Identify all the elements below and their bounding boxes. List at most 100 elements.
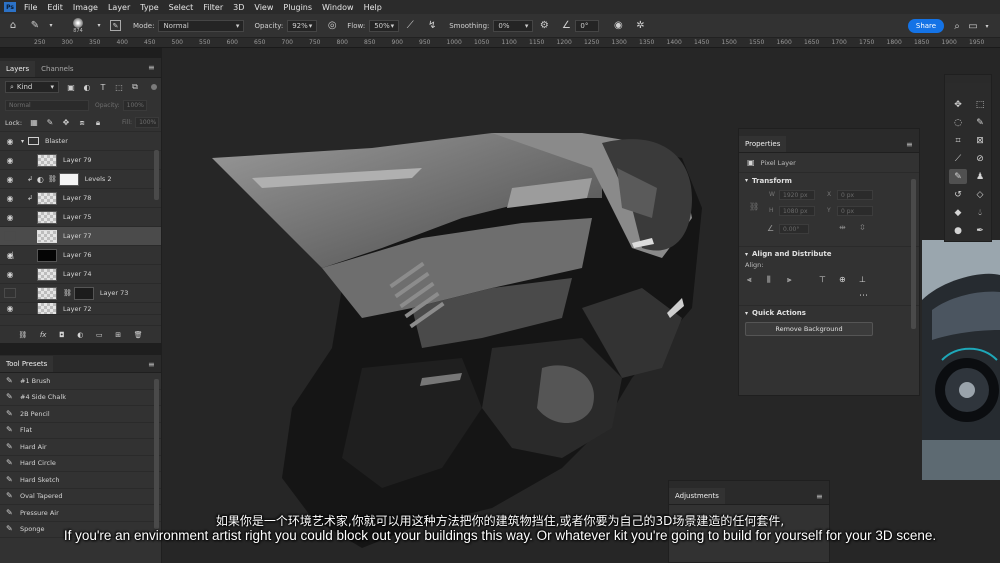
fill-field[interactable]: 100% — [135, 117, 160, 128]
layer-row[interactable]: ◉ Layer 79 — [0, 151, 161, 170]
preset-item[interactable]: ✎ 2B Pencil — [0, 406, 161, 423]
eye-icon[interactable]: ◉ — [4, 193, 16, 203]
x-field[interactable]: 0 px — [837, 190, 873, 200]
preset-item[interactable]: ✎ Hard Circle — [0, 456, 161, 472]
blur-tool-icon[interactable]: 💧︎ — [971, 205, 989, 220]
search-icon[interactable]: ⌕ — [950, 19, 964, 33]
chevron-down-icon[interactable]: ▾ — [21, 138, 24, 145]
eraser-tool-icon[interactable]: ◇ — [971, 187, 989, 202]
clone-stamp-tool-icon[interactable]: ♟ — [971, 169, 989, 184]
chevron-down-icon[interactable]: ▾ — [92, 19, 106, 33]
flip-horizontal-icon[interactable]: ⇹ — [839, 223, 846, 232]
align-center-v-icon[interactable]: ⊕ — [839, 275, 846, 284]
symmetry-icon[interactable]: ✲ — [633, 19, 647, 33]
share-button[interactable]: Share — [908, 19, 944, 33]
lock-transparent-icon[interactable]: ▦ — [28, 117, 40, 129]
kind-filter-select[interactable]: ⌕ Kind ▾ — [5, 81, 59, 93]
tab-tool-presets[interactable]: Tool Presets — [0, 356, 54, 372]
add-mask-icon[interactable]: ◘ — [59, 331, 65, 339]
frame-tool-icon[interactable]: ⊠ — [971, 133, 989, 148]
presets-scrollbar[interactable] — [154, 379, 159, 529]
filter-toggle-icon[interactable] — [151, 84, 157, 90]
workspace-icon[interactable]: ▭ — [966, 19, 980, 33]
artboard-lock-icon[interactable]: ⧈ — [76, 117, 88, 129]
menu-window[interactable]: Window — [322, 3, 354, 12]
shape-filter-icon[interactable]: ⬚ — [113, 81, 125, 93]
marquee-tool-icon[interactable]: ⬚ — [971, 97, 989, 112]
layer-row[interactable]: ◉ ☝ Layer 76 — [0, 246, 161, 265]
lock-pixels-icon[interactable]: ✎ — [44, 117, 56, 129]
layer-row[interactable]: ◉ ↲ Layer 78 — [0, 189, 161, 208]
adjustment-filter-icon[interactable]: ◐ — [81, 81, 93, 93]
properties-scrollbar[interactable] — [911, 179, 916, 329]
layer-row[interactable]: ◉ ↲ ◐ ⛓ Levels 2 — [0, 170, 161, 189]
panel-menu-icon[interactable]: ≡ — [816, 493, 824, 501]
menu-image[interactable]: Image — [73, 3, 98, 12]
move-tool-icon[interactable]: ✥ — [949, 97, 967, 112]
brush-settings-icon[interactable]: ✎ — [110, 20, 121, 31]
brush-tool-icon[interactable]: ✎ — [949, 169, 967, 184]
brush-preset-picker[interactable]: 874 — [68, 17, 88, 34]
preset-item[interactable]: ✎ Flat — [0, 423, 161, 439]
pressure-size-icon[interactable]: ◉ — [611, 19, 625, 33]
eye-icon[interactable]: ◉ — [4, 212, 16, 222]
menu-plugins[interactable]: Plugins — [283, 3, 312, 12]
transform-section-header[interactable]: ▾ Transform — [739, 173, 919, 188]
chevron-down-icon[interactable]: ▾ — [980, 19, 994, 33]
eyedropper-tool-icon[interactable]: ⟋ — [949, 151, 967, 166]
quick-select-tool-icon[interactable]: ✎ — [971, 115, 989, 130]
preset-item[interactable]: ✎ Hard Sketch — [0, 472, 161, 489]
align-center-h-icon[interactable]: ⫼ — [767, 275, 771, 285]
lasso-tool-icon[interactable]: ◌ — [949, 115, 967, 130]
pressure-opacity-icon[interactable]: ◎ — [325, 19, 339, 33]
preset-item[interactable]: ✎ #4 Side Chalk — [0, 390, 161, 406]
history-brush-tool-icon[interactable]: ↺ — [949, 187, 967, 202]
layer-opacity-field[interactable]: 100% — [122, 99, 147, 111]
healing-brush-tool-icon[interactable]: ⊘ — [971, 151, 989, 166]
crop-tool-icon[interactable]: ⌗ — [949, 133, 967, 148]
eye-icon[interactable]: ◉ — [4, 136, 16, 146]
home-icon[interactable]: ⌂ — [6, 19, 20, 33]
quick-actions-header[interactable]: ▾ Quick Actions — [739, 305, 919, 320]
layer-row-selected[interactable]: Layer 77 — [0, 227, 161, 246]
pen-tool-icon[interactable]: ✒ — [971, 223, 989, 238]
more-options-icon[interactable]: ⋯ — [859, 291, 868, 301]
new-layer-icon[interactable]: ⊞ — [115, 331, 121, 339]
preset-item[interactable]: ✎ Oval Tapered — [0, 489, 161, 505]
tablet-pressure-icon[interactable]: ↯ — [425, 19, 439, 33]
menu-layer[interactable]: Layer — [108, 3, 130, 12]
menu-select[interactable]: Select — [169, 3, 194, 12]
angle-field[interactable]: 0° — [575, 19, 600, 32]
angle-field[interactable]: 0.00° — [779, 224, 809, 234]
align-bottom-icon[interactable]: ⊥ — [859, 275, 866, 284]
type-filter-icon[interactable]: T — [97, 81, 109, 93]
menu-filter[interactable]: Filter — [203, 3, 223, 12]
eye-icon[interactable]: ◉ — [4, 155, 16, 165]
dodge-tool-icon[interactable]: ● — [949, 223, 967, 238]
fx-icon[interactable]: fx — [40, 331, 47, 339]
width-field[interactable]: 1920 px — [779, 190, 815, 200]
panel-menu-icon[interactable]: ≡ — [148, 361, 156, 369]
flip-vertical-icon[interactable]: ⇳ — [859, 223, 866, 232]
tab-properties[interactable]: Properties — [739, 136, 787, 152]
brush-tool-icon[interactable]: ✎ — [28, 19, 42, 33]
panel-menu-icon[interactable]: ≡ — [148, 64, 156, 72]
lock-position-icon[interactable]: ✥ — [60, 117, 72, 129]
menu-view[interactable]: View — [254, 3, 273, 12]
link-layers-icon[interactable]: ⛓ — [18, 331, 27, 339]
eye-hidden-icon[interactable] — [4, 231, 16, 241]
gear-icon[interactable]: ⚙ — [537, 19, 551, 33]
remove-background-button[interactable]: Remove Background — [745, 322, 873, 336]
opacity-field[interactable]: 92% ▾ — [287, 19, 318, 32]
trash-icon[interactable]: 🗑︎ — [134, 331, 143, 339]
menu-type[interactable]: Type — [140, 3, 158, 12]
layer-row[interactable]: ⛓ Layer 73 — [0, 284, 161, 303]
paint-bucket-tool-icon[interactable]: ◆ — [949, 205, 967, 220]
menu-help[interactable]: Help — [364, 3, 382, 12]
eye-icon[interactable]: ◉ — [4, 269, 16, 279]
eye-hidden-icon[interactable] — [4, 288, 16, 298]
eye-icon[interactable]: ◉ — [4, 174, 16, 184]
eye-icon[interactable]: ◉ — [4, 304, 16, 314]
tab-layers[interactable]: Layers — [0, 61, 36, 77]
blend-mode-select[interactable]: Normal — [5, 99, 89, 111]
